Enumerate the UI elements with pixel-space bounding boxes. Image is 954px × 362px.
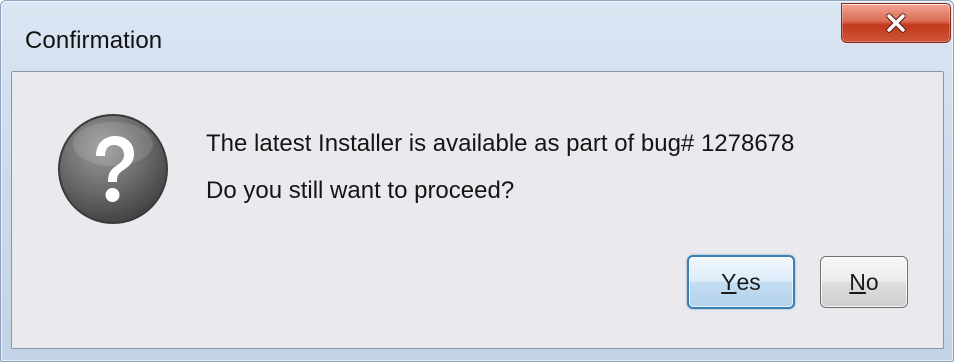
no-mnemonic: N <box>849 268 866 295</box>
yes-mnemonic: Y <box>721 268 737 295</box>
close-button[interactable] <box>841 3 951 43</box>
confirmation-dialog: Confirmation The latest Installer is ava… <box>0 0 954 362</box>
question-icon <box>56 112 170 226</box>
no-button[interactable]: No <box>820 256 908 308</box>
title-bar[interactable]: Confirmation <box>1 1 953 71</box>
yes-label-rest: es <box>736 268 761 295</box>
message-line-2: Do you still want to proceed? <box>206 177 515 204</box>
window-title: Confirmation <box>25 27 163 54</box>
dialog-content: The latest Installer is available as par… <box>11 71 944 349</box>
yes-button[interactable]: Yes <box>687 255 795 309</box>
message-line-1: The latest Installer is available as par… <box>206 130 795 157</box>
close-icon <box>885 13 907 33</box>
no-label-rest: o <box>865 268 879 295</box>
